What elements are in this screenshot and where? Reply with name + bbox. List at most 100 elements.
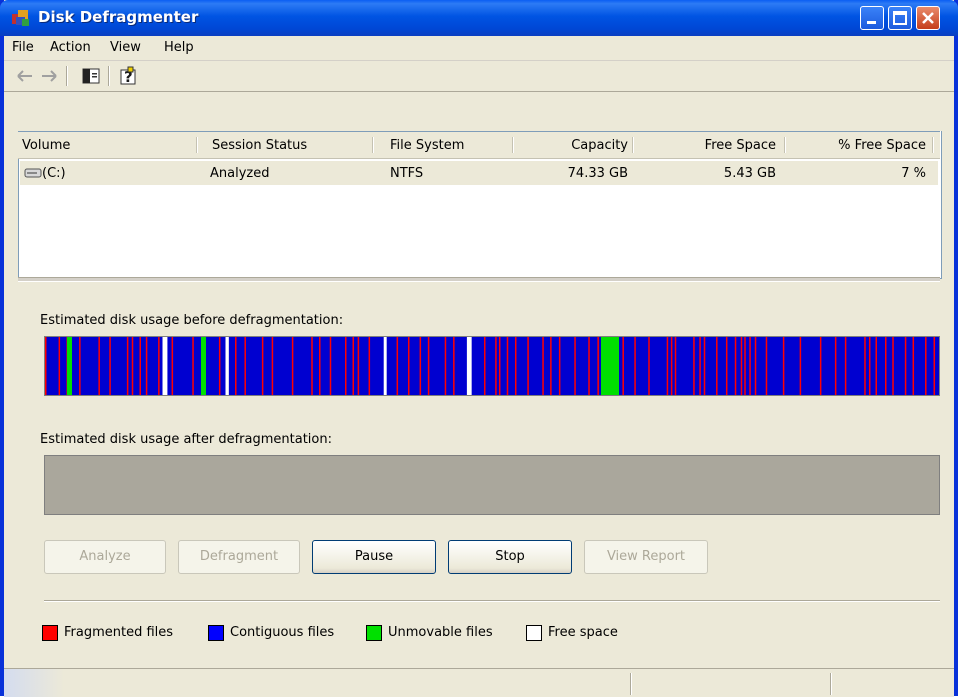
disk-cluster-stripe	[622, 337, 624, 395]
minimize-icon	[867, 21, 876, 24]
disk-cluster-stripe	[925, 337, 927, 395]
disk-cluster-stripe	[514, 337, 517, 395]
disk-cluster-stripe	[744, 337, 746, 395]
cell-file-system: NTFS	[390, 166, 424, 181]
unmovable-file-block	[67, 337, 72, 395]
column-header-capacity[interactable]: Capacity	[518, 138, 628, 153]
disk-cluster-stripe	[693, 337, 695, 395]
show-hide-tree-icon[interactable]	[80, 65, 102, 87]
disk-cluster-stripe	[311, 337, 313, 395]
maximize-button[interactable]	[888, 6, 912, 30]
maximize-icon	[893, 11, 907, 25]
column-header-session-status[interactable]: Session Status	[212, 138, 307, 153]
disk-cluster-stripe	[892, 337, 894, 395]
menu-view[interactable]: View	[110, 40, 141, 55]
toolbar-separator	[108, 66, 110, 86]
disk-cluster-stripe	[126, 337, 129, 395]
disk-cluster-stripe	[542, 337, 544, 395]
stop-button[interactable]: Stop	[448, 540, 572, 574]
disk-cluster-stripe	[904, 337, 907, 395]
disk-cluster-stripe	[329, 337, 332, 395]
disk-cluster-stripe	[218, 337, 221, 395]
disk-cluster-stripe	[550, 337, 552, 395]
disk-cluster-stripe	[844, 337, 847, 395]
hard-drive-icon	[24, 168, 42, 178]
window-title: Disk Defragmenter	[38, 8, 199, 26]
disk-cluster-stripe	[868, 337, 871, 395]
disk-cluster-stripe	[383, 337, 387, 395]
disk-cluster-stripe	[674, 337, 677, 395]
view-report-button[interactable]: View Report	[584, 540, 708, 574]
disk-cluster-stripe	[171, 337, 174, 395]
back-arrow-icon[interactable]	[14, 65, 36, 87]
analyze-button[interactable]: Analyze	[44, 540, 166, 574]
legend-label-unmovable: Unmovable files	[388, 625, 493, 640]
table-row[interactable]: (C:) Analyzed NTFS 74.33 GB 5.43 GB 7 %	[20, 161, 938, 185]
before-defrag-bar	[45, 337, 936, 395]
pane-splitter[interactable]	[18, 277, 940, 282]
forward-arrow-icon[interactable]	[38, 65, 60, 87]
disk-cluster-stripe	[109, 337, 111, 395]
disk-cluster-stripe	[131, 337, 134, 395]
pause-button[interactable]: Pause	[312, 540, 436, 574]
disk-cluster-stripe	[597, 337, 599, 395]
disk-cluster-stripe	[139, 337, 141, 395]
disk-cluster-stripe	[235, 337, 237, 395]
disk-cluster-stripe	[261, 337, 264, 395]
disk-cluster-stripe	[192, 337, 194, 395]
disk-cluster-stripe	[765, 337, 768, 395]
toolbar-separator	[66, 66, 68, 86]
after-defrag-display	[44, 455, 940, 515]
title-bar[interactable]: Disk Defragmenter	[0, 0, 958, 36]
before-defrag-label: Estimated disk usage before defragmentat…	[40, 313, 344, 328]
legend-swatch-unmovable	[366, 625, 382, 641]
close-button[interactable]	[916, 6, 940, 30]
minimize-button[interactable]	[860, 6, 884, 30]
column-header-free-space[interactable]: Free Space	[638, 138, 776, 153]
disk-cluster-stripe	[419, 337, 422, 395]
legend-divider	[44, 600, 940, 602]
disk-cluster-stripe	[782, 337, 785, 395]
column-header-file-system[interactable]: File System	[390, 138, 464, 153]
disk-cluster-stripe	[483, 337, 486, 395]
cell-session-status: Analyzed	[210, 166, 270, 181]
legend-label-free-space: Free space	[548, 625, 618, 640]
after-defrag-label: Estimated disk usage after defragmentati…	[40, 432, 332, 447]
cell-percent-free: 7 %	[901, 166, 926, 181]
disk-cluster-stripe	[244, 337, 246, 395]
disk-cluster-stripe	[506, 337, 509, 395]
column-header-percent-free-space[interactable]: % Free Space	[790, 138, 926, 153]
status-bar-separator	[830, 673, 832, 695]
disk-cluster-stripe	[558, 337, 561, 395]
cell-free-space: 5.43 GB	[723, 166, 776, 181]
disk-cluster-stripe	[670, 337, 673, 395]
disk-cluster-stripe	[495, 337, 497, 395]
status-bar-separator	[630, 673, 632, 695]
disk-cluster-stripe	[271, 337, 274, 395]
legend-swatch-fragmented	[42, 625, 58, 641]
menu-action[interactable]: Action	[50, 40, 91, 55]
disk-cluster-stripe	[145, 337, 148, 395]
disk-cluster-stripe	[716, 337, 718, 395]
disk-cluster-stripe	[498, 337, 501, 395]
disk-cluster-stripe	[79, 337, 81, 395]
disk-cluster-stripe	[407, 337, 410, 395]
column-header-volume[interactable]: Volume	[22, 138, 70, 153]
disk-cluster-stripe	[885, 337, 887, 395]
disk-cluster-stripe	[98, 337, 100, 395]
disk-cluster-stripe	[344, 337, 347, 395]
disk-cluster-stripe	[725, 337, 728, 395]
legend-swatch-free-space	[526, 625, 542, 641]
defragment-button[interactable]: Defragment	[178, 540, 300, 574]
disk-cluster-stripe	[527, 337, 529, 395]
menu-help[interactable]: Help	[164, 40, 194, 55]
disk-cluster-stripe	[734, 337, 737, 395]
disk-cluster-stripe	[799, 337, 802, 395]
disk-cluster-stripe	[703, 337, 706, 395]
disk-cluster-stripe	[754, 337, 757, 395]
disk-cluster-stripe	[588, 337, 590, 395]
unmovable-file-block	[201, 337, 206, 395]
menu-file[interactable]: File	[12, 40, 34, 55]
help-icon[interactable]: ?	[118, 65, 140, 87]
disk-cluster-stripe	[427, 337, 430, 395]
